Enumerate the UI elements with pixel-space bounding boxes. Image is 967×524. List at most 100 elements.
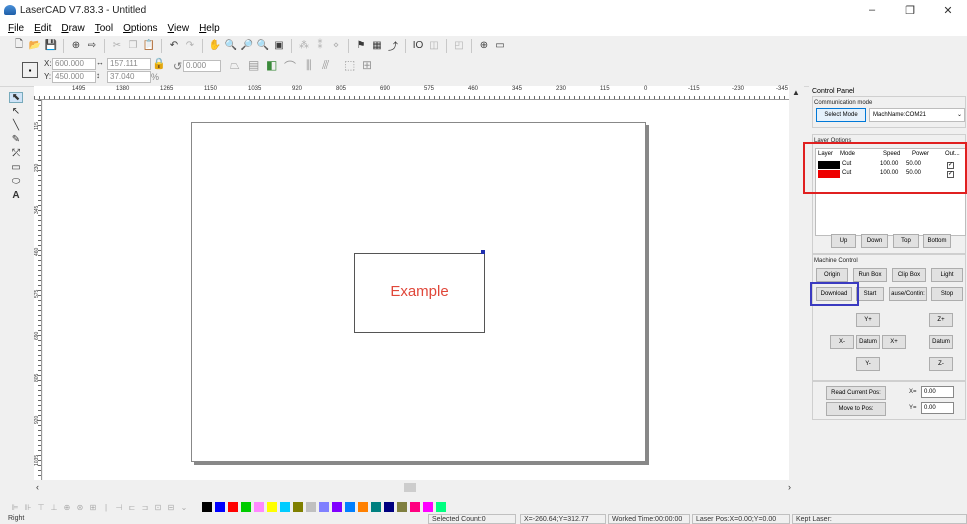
node-icon[interactable]: ⋄ bbox=[329, 39, 343, 53]
more-align-icon[interactable]: ⌄ bbox=[179, 503, 189, 512]
jog-y-plus-button[interactable]: Y+ bbox=[856, 313, 880, 327]
zoom-page-icon[interactable]: ▣ bbox=[272, 39, 286, 53]
width-field[interactable]: 157.111 bbox=[107, 58, 151, 70]
mirror-h-icon[interactable]: ⏢ bbox=[230, 58, 240, 73]
pause-continue-button[interactable]: ause/Contin: bbox=[889, 287, 927, 301]
color-swatch[interactable] bbox=[423, 502, 433, 512]
align-page-icon[interactable]: ⊟ bbox=[166, 503, 176, 512]
align-bottom-icon[interactable]: ⊥ bbox=[49, 503, 59, 512]
target-icon[interactable]: ⊕ bbox=[477, 39, 491, 53]
run-box-button[interactable]: Run Box bbox=[853, 268, 887, 282]
color-swatch[interactable] bbox=[293, 502, 303, 512]
jog-z-minus-button[interactable]: Z- bbox=[929, 357, 953, 371]
zoom-out-icon[interactable]: 🔎 bbox=[240, 39, 254, 53]
array-icon[interactable]: ▦ bbox=[370, 39, 384, 53]
color-swatch[interactable] bbox=[306, 502, 316, 512]
undo-icon[interactable]: ↶ bbox=[167, 39, 181, 53]
horizontal-scrollbar[interactable]: ‹ › bbox=[34, 480, 804, 496]
color-swatch[interactable] bbox=[228, 502, 238, 512]
select-tool-icon[interactable]: ⬉ bbox=[9, 92, 23, 103]
mirror-v-icon[interactable]: ▤ bbox=[248, 58, 259, 72]
simulate-icon[interactable]: ◫ bbox=[427, 39, 441, 53]
height-field[interactable]: 37.040 bbox=[107, 71, 151, 83]
preview-icon[interactable]: ◰ bbox=[452, 39, 466, 53]
align-icon[interactable]: ◧ bbox=[266, 58, 277, 72]
color-swatch[interactable] bbox=[371, 502, 381, 512]
equal-size-icon[interactable]: ⫻ bbox=[322, 58, 329, 73]
layer-top-button[interactable]: Top bbox=[893, 234, 919, 248]
import-icon[interactable]: ⊕ bbox=[69, 39, 83, 53]
light-button[interactable]: Light bbox=[931, 268, 963, 282]
move-to-pos-button[interactable]: Move to Pos: bbox=[826, 402, 886, 416]
align-left-icon[interactable]: ⊫ bbox=[10, 503, 20, 512]
jog-x-minus-button[interactable]: X- bbox=[830, 335, 854, 349]
color-swatch[interactable] bbox=[345, 502, 355, 512]
pen-tool-icon[interactable]: ✎ bbox=[9, 134, 23, 145]
line-tool-icon[interactable]: ╲ bbox=[9, 120, 23, 131]
center-h-icon[interactable]: ⊛ bbox=[75, 503, 85, 512]
group-icon[interactable]: ⁂ bbox=[297, 39, 311, 53]
distribute-icon[interactable]: ⫼ bbox=[306, 58, 312, 73]
drawing-canvas[interactable]: Example bbox=[43, 100, 789, 480]
menu-help[interactable]: Help bbox=[199, 23, 220, 34]
menu-draw[interactable]: Draw bbox=[61, 23, 84, 34]
reference-point-icon[interactable]: ▪ bbox=[22, 62, 38, 78]
color-swatch[interactable] bbox=[241, 502, 251, 512]
color-swatch[interactable] bbox=[280, 502, 290, 512]
vertical-scrollbar[interactable]: ▲ ▼ bbox=[789, 86, 804, 491]
jog-x-plus-button[interactable]: X+ bbox=[882, 335, 906, 349]
redo-icon[interactable]: ↷ bbox=[183, 39, 197, 53]
color-swatch[interactable] bbox=[267, 502, 277, 512]
save-icon[interactable]: 💾 bbox=[44, 39, 58, 53]
color-swatch[interactable] bbox=[319, 502, 329, 512]
scroll-up-icon[interactable]: ▲ bbox=[792, 88, 800, 97]
export-icon[interactable]: ⇨ bbox=[85, 39, 99, 53]
color-swatch[interactable] bbox=[384, 502, 394, 512]
dock-icon[interactable]: ⊣ bbox=[114, 503, 124, 512]
layer-bottom-button[interactable]: Bottom bbox=[923, 234, 951, 248]
node-edit-icon[interactable]: ↖ bbox=[9, 106, 23, 117]
align-right-icon[interactable]: ⊪ bbox=[23, 503, 33, 512]
y-pos-input[interactable]: 0.00 bbox=[921, 402, 954, 414]
example-text[interactable]: Example bbox=[354, 283, 485, 300]
machine-select[interactable]: MachName:COM21 ⌄ bbox=[869, 108, 965, 122]
copy-icon[interactable]: ❐ bbox=[126, 39, 140, 53]
start-button[interactable]: Start bbox=[856, 287, 884, 301]
color-swatch[interactable] bbox=[215, 502, 225, 512]
x-pos-input[interactable]: 0.00 bbox=[921, 386, 954, 398]
scroll-left-icon[interactable]: ‹ bbox=[36, 482, 39, 492]
ellipse-tool-icon[interactable]: ⬭ bbox=[9, 176, 23, 187]
path-icon[interactable]: ⚑ bbox=[354, 39, 368, 53]
scroll-thumb[interactable] bbox=[404, 483, 416, 492]
menu-view[interactable]: View bbox=[168, 23, 190, 34]
minimize-button[interactable]: – bbox=[853, 0, 891, 20]
jog-datum-button[interactable]: Datum bbox=[856, 335, 880, 349]
menu-tool[interactable]: Tool bbox=[95, 23, 113, 34]
color-swatch[interactable] bbox=[397, 502, 407, 512]
menu-edit[interactable]: Edit bbox=[34, 23, 51, 34]
pan-icon[interactable]: ✋ bbox=[208, 39, 222, 53]
zoom-in-icon[interactable]: 🔍 bbox=[224, 39, 238, 53]
same-width-icon[interactable]: ⊏ bbox=[127, 503, 137, 512]
x-position-field[interactable]: 600.000 bbox=[52, 58, 96, 70]
cut-icon[interactable]: ✂ bbox=[110, 39, 124, 53]
maximize-button[interactable]: ❐ bbox=[891, 0, 929, 20]
clip-box-button[interactable]: Clip Box bbox=[892, 268, 926, 282]
z-datum-button[interactable]: Datum bbox=[929, 335, 953, 349]
center-icon[interactable]: ⊞ bbox=[88, 503, 98, 512]
stop-button[interactable]: Stop bbox=[931, 287, 963, 301]
monitor-icon[interactable]: ▭ bbox=[493, 39, 507, 53]
hatch-icon[interactable]: ⊞ bbox=[362, 58, 372, 72]
io-icon[interactable]: IO bbox=[411, 39, 425, 53]
lock-ratio-icon[interactable]: 🔒 bbox=[152, 57, 166, 70]
ungroup-icon[interactable]: ⁑ bbox=[313, 39, 327, 53]
polyline-tool-icon[interactable]: ⤱ bbox=[9, 148, 23, 159]
fit-icon[interactable]: ⬚ bbox=[344, 58, 355, 72]
select-mode-button[interactable]: Select Mode bbox=[816, 108, 866, 122]
zoom-fit-icon[interactable]: 🔍 bbox=[256, 39, 270, 53]
layer-up-button[interactable]: Up bbox=[831, 234, 856, 248]
color-swatch[interactable] bbox=[332, 502, 342, 512]
read-current-pos-button[interactable]: Read Current Pos: bbox=[826, 386, 886, 400]
new-file-icon[interactable]: 🗋 bbox=[12, 39, 26, 53]
color-swatch[interactable] bbox=[254, 502, 264, 512]
